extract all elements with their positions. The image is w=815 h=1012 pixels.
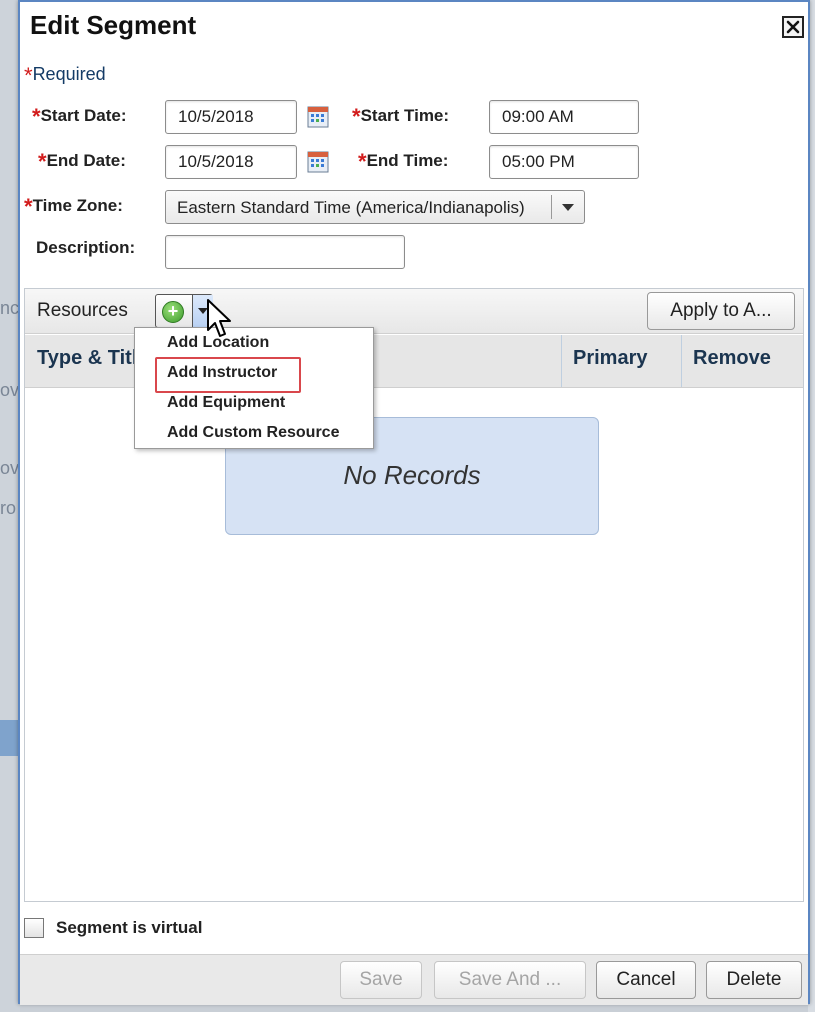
column-divider	[681, 335, 682, 387]
select-divider	[551, 195, 552, 219]
start-time-input[interactable]: 09:00 AM	[489, 100, 639, 134]
column-divider	[561, 335, 562, 387]
save-and-button[interactable]: Save And ...	[434, 961, 586, 999]
time-zone-label: *Time Zone:	[24, 194, 123, 219]
dialog-footer: Save Save And ... Cancel Delete	[20, 954, 808, 1005]
column-header-primary[interactable]: Primary	[573, 347, 648, 370]
background-text: ov	[0, 380, 20, 400]
calendar-icon[interactable]	[307, 151, 329, 173]
segment-virtual-checkbox[interactable]	[24, 918, 44, 938]
menu-item-add-custom-resource[interactable]: Add Custom Resource	[167, 424, 339, 442]
column-header-type-title[interactable]: Type & Title	[37, 347, 149, 370]
edit-segment-dialog: Edit Segment *Required *Start Date: 10/5…	[18, 0, 810, 1005]
required-label: Required	[32, 64, 106, 84]
menu-item-add-instructor[interactable]: Add Instructor	[167, 364, 277, 382]
end-date-input[interactable]: 10/5/2018	[165, 145, 297, 179]
delete-button[interactable]: Delete	[706, 961, 802, 999]
mouse-pointer-icon	[207, 299, 231, 337]
end-time-input[interactable]: 05:00 PM	[489, 145, 639, 179]
add-resource-split-button[interactable]: +	[155, 294, 213, 328]
background-text: ro	[0, 498, 17, 518]
column-header-remove[interactable]: Remove	[693, 347, 771, 370]
start-time-label: *Start Time:	[352, 104, 450, 129]
end-time-label: *End Time:	[358, 149, 449, 174]
background-text: nc	[0, 298, 20, 318]
cancel-button[interactable]: Cancel	[596, 961, 696, 999]
time-zone-select[interactable]: Eastern Standard Time (America/Indianapo…	[165, 190, 585, 224]
start-date-label: *Start Date:	[32, 104, 127, 129]
calendar-icon[interactable]	[307, 106, 329, 128]
background-text: ov	[0, 458, 20, 478]
add-resource-menu: Add Location Add Instructor Add Equipmen…	[134, 327, 374, 449]
description-label: Description:	[36, 238, 136, 257]
required-note: *Required	[24, 62, 106, 88]
time-zone-value: Eastern Standard Time (America/Indianapo…	[177, 198, 525, 217]
description-input[interactable]	[165, 235, 405, 269]
close-button[interactable]	[782, 16, 804, 38]
menu-item-add-equipment[interactable]: Add Equipment	[167, 394, 285, 412]
close-x-icon	[786, 20, 800, 34]
dialog-title: Edit Segment	[30, 10, 197, 40]
start-date-input[interactable]: 10/5/2018	[165, 100, 297, 134]
segment-virtual-label: Segment is virtual	[56, 918, 203, 937]
add-plus-icon[interactable]: +	[162, 301, 184, 323]
resources-label: Resources	[37, 300, 128, 321]
required-star: *	[24, 63, 33, 88]
chevron-down-icon	[562, 204, 574, 211]
save-button[interactable]: Save	[340, 961, 422, 999]
apply-to-all-button[interactable]: Apply to A...	[647, 292, 795, 330]
end-date-label: *End Date:	[38, 149, 126, 174]
background-row-highlight	[0, 720, 20, 756]
